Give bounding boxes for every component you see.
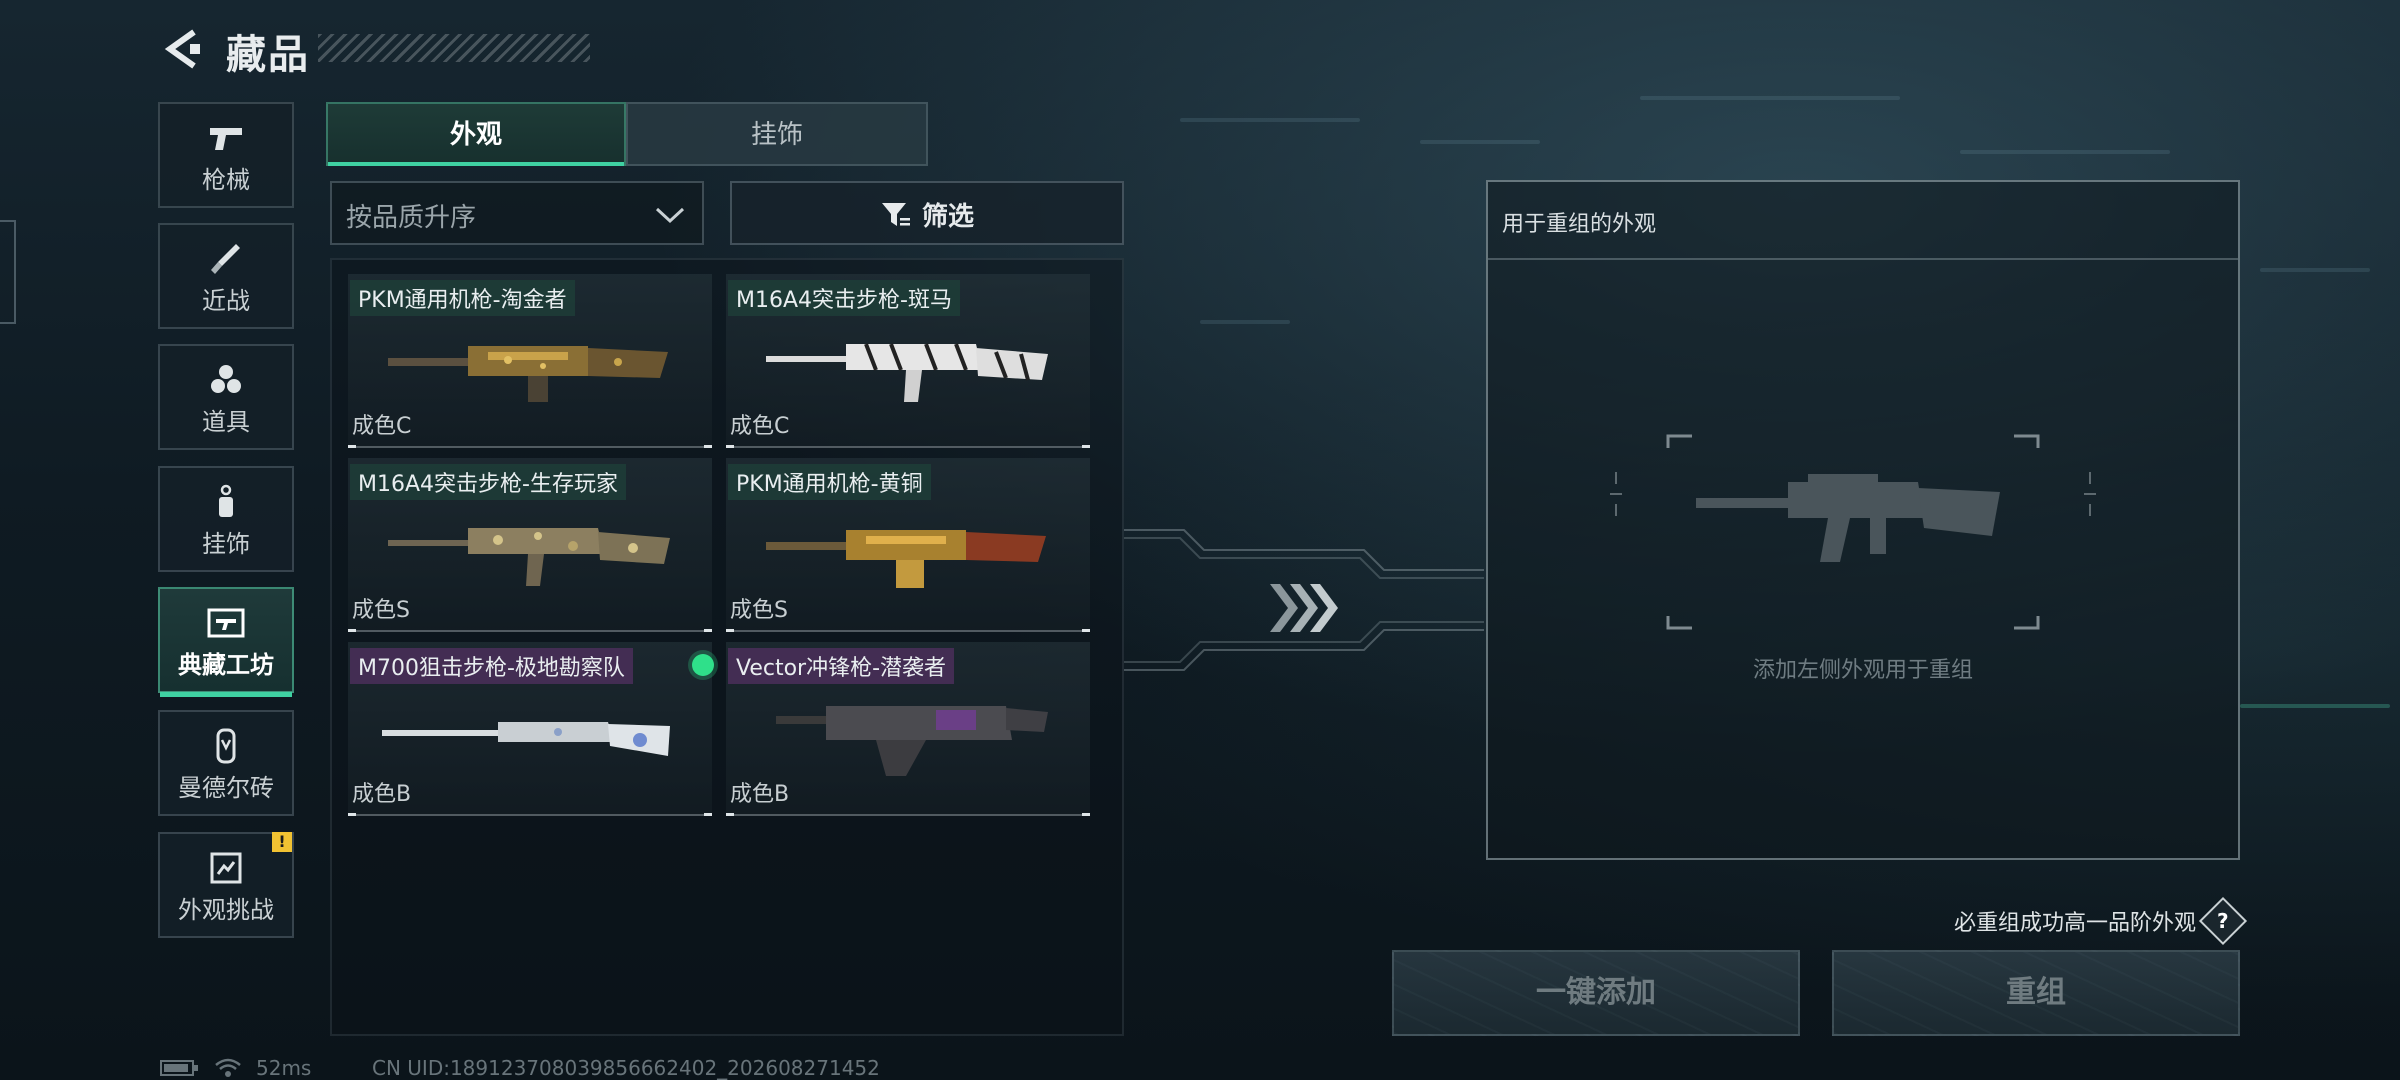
vector-stalker-skin-image <box>776 706 1048 776</box>
m16a4-zebra-skin-image <box>766 343 1048 402</box>
brick-icon <box>216 728 236 764</box>
sidebar-item-melee[interactable]: 近战 <box>158 223 294 329</box>
recompose-note: 必重组成功高一品阶外观 ? <box>1953 896 2248 946</box>
recompose-button[interactable]: 重组 <box>1832 950 2240 1036</box>
one-click-add-button[interactable]: 一键添加 <box>1392 950 1800 1036</box>
m16a4-survival-skin-image <box>388 528 670 586</box>
card-divider <box>348 445 712 448</box>
recompose-hint: 添加左侧外观用于重组 <box>1752 658 1973 683</box>
skin-card[interactable]: M16A4突击步枪-斑马 成色C <box>726 274 1090 448</box>
sidebar-item-mandel-brick[interactable]: 曼德尔砖 <box>158 710 294 816</box>
skin-card[interactable]: Vector冲锋枪-潜袭者 成色B <box>726 642 1090 816</box>
skin-card[interactable]: PKM通用机枪-淘金者 成色C <box>348 274 712 448</box>
skin-name: M16A4突击步枪-生存玩家 <box>350 464 626 500</box>
skin-card[interactable]: PKM通用机枪-黄铜 成色S <box>726 458 1090 632</box>
skin-name: Vector冲锋枪-潜袭者 <box>728 648 955 684</box>
new-indicator-dot <box>692 654 714 676</box>
empty-skin-slot[interactable] <box>1588 432 2118 632</box>
skin-grade: 成色S <box>352 598 410 623</box>
skin-grade: 成色C <box>730 414 790 439</box>
skin-name: M700狙击步枪-极地勘察队 <box>350 648 633 684</box>
skin-grade: 成色C <box>352 414 412 439</box>
help-icon[interactable]: ? <box>2198 896 2248 946</box>
skin-list[interactable]: PKM通用机枪-淘金者 成色C M16A4突击步枪-斑马 成色C M16A4突击… <box>330 258 1124 1036</box>
card-divider <box>726 445 1090 448</box>
grenade-icon <box>211 365 241 393</box>
sidebar-item-label: 挂饰 <box>202 530 250 558</box>
sidebar-item-label: 典藏工坊 <box>178 651 274 679</box>
warning-badge: ! <box>272 832 292 852</box>
status-bar: 52ms <box>160 1056 311 1080</box>
challenge-icon <box>210 852 242 884</box>
workshop-icon <box>207 608 245 638</box>
filter-icon <box>881 202 910 226</box>
wifi-icon <box>215 1058 241 1077</box>
sidebar-item-workshop[interactable]: 典藏工坊 <box>158 587 294 697</box>
m700-arctic-skin-image <box>382 722 670 756</box>
card-divider <box>726 629 1090 632</box>
filter-label: 筛选 <box>921 202 974 232</box>
pistol-icon <box>210 128 242 150</box>
card-divider <box>726 813 1090 816</box>
card-divider <box>348 629 712 632</box>
filter-button[interactable]: 筛选 <box>730 181 1124 245</box>
ping-value: 52ms <box>256 1056 312 1080</box>
skin-card[interactable]: M700狙击步枪-极地勘察队 成色B <box>348 642 714 816</box>
note-text: 必重组成功高一品阶外观 <box>1953 911 2196 936</box>
pkm-gold-skin-image <box>388 346 668 402</box>
sidebar-item-label: 近战 <box>202 287 250 315</box>
sidebar-item-firearms[interactable]: 枪械 <box>158 102 294 208</box>
user-uid: CN UID:18912370803985666240​2_2026082714… <box>372 1056 880 1080</box>
skin-grade: 成色B <box>352 782 412 807</box>
skin-name: PKM通用机枪-黄铜 <box>728 464 931 500</box>
pkm-brass-skin-image <box>766 530 1046 588</box>
skin-name: M16A4突击步枪-斑马 <box>728 280 960 316</box>
skin-grade: 成色B <box>730 782 790 807</box>
tab-charms[interactable]: 挂饰 <box>626 102 928 166</box>
sidebar-item-items[interactable]: 道具 <box>158 344 294 450</box>
recompose-header: 用于重组的外观 <box>1488 182 2238 260</box>
sort-dropdown[interactable]: 按品质升序 <box>330 181 704 245</box>
arrow-right-icon <box>1270 584 1338 632</box>
sidebar-item-charms[interactable]: 挂饰 <box>158 466 294 572</box>
title-decoration <box>318 34 590 62</box>
edge-handle[interactable] <box>0 220 16 324</box>
page-title: 藏品 <box>226 32 310 78</box>
sidebar-item-label: 外观挑战 <box>178 896 274 924</box>
sidebar-item-label: 曼德尔砖 <box>178 774 274 802</box>
back-arrow-icon[interactable] <box>160 26 206 72</box>
skin-name: PKM通用机枪-淘金者 <box>350 280 575 316</box>
sidebar-item-label: 枪械 <box>202 166 250 194</box>
skin-grade: 成色S <box>730 598 788 623</box>
sidebar-item-label: 道具 <box>202 408 250 436</box>
sidebar-item-skin-challenge[interactable]: ! 外观挑战 <box>158 832 294 938</box>
battery-icon <box>160 1060 198 1076</box>
knife-icon <box>211 244 240 274</box>
help-glyph: ? <box>2217 908 2229 933</box>
sort-label: 按品质升序 <box>346 203 477 233</box>
card-divider <box>348 813 712 816</box>
chevron-down-icon <box>655 207 685 224</box>
charm-icon <box>219 484 233 517</box>
skin-card[interactable]: M16A4突击步枪-生存玩家 成色S <box>348 458 712 632</box>
tab-appearance[interactable]: 外观 <box>326 102 626 166</box>
